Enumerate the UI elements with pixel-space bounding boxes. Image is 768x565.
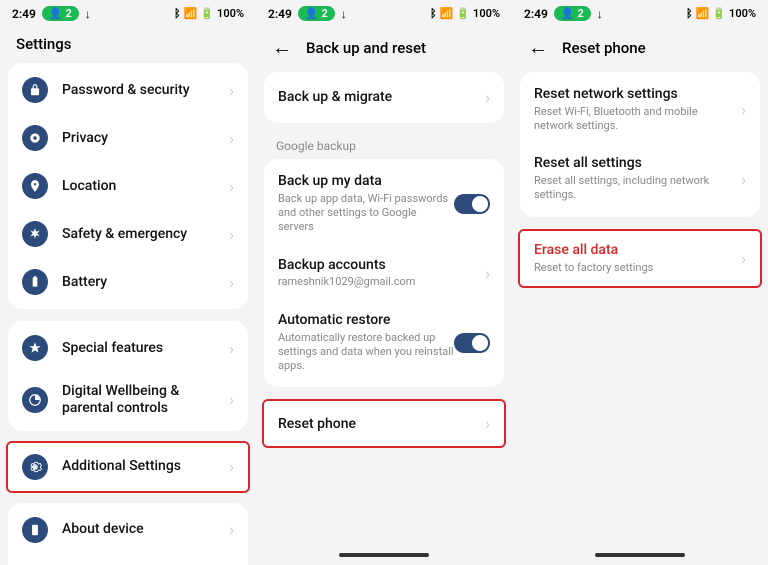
- toggle-auto-restore[interactable]: [454, 333, 490, 353]
- chevron-right-icon: ›: [229, 339, 234, 358]
- row-digital-wellbeing[interactable]: Digital Wellbeing & parental controls ›: [8, 372, 248, 428]
- chevron-right-icon: ›: [741, 249, 746, 268]
- status-bar: 2:49 👤 2 ↓ ᛒ 📶 🔋 100%: [512, 0, 768, 27]
- screen-backup-reset: 2:49 👤 2 ↓ ᛒ 📶 🔋 100% ← Back up and rese…: [256, 0, 512, 565]
- back-icon[interactable]: ←: [272, 35, 292, 60]
- status-icons: ᛒ 📶 🔋 100%: [174, 7, 244, 20]
- row-safety-emergency[interactable]: Safety & emergency ›: [8, 210, 248, 258]
- page-title: Reset phone: [562, 39, 646, 57]
- battery-icon: 🔋: [200, 7, 214, 20]
- toggle-backup-data[interactable]: [454, 194, 490, 214]
- asterisk-icon: [22, 221, 48, 247]
- download-icon: ↓: [597, 7, 603, 21]
- wellbeing-icon: [22, 387, 48, 413]
- page-title: Settings: [0, 27, 256, 63]
- download-icon: ↓: [341, 7, 347, 21]
- chevron-right-icon: ›: [229, 177, 234, 196]
- battery-icon: [22, 269, 48, 295]
- signal-icon: 📶: [440, 7, 454, 20]
- chevron-right-icon: ›: [229, 129, 234, 148]
- chevron-right-icon: ›: [229, 390, 234, 409]
- chevron-right-icon: ›: [229, 81, 234, 100]
- row-reset-all-settings[interactable]: Reset all settings Reset all settings, i…: [520, 144, 760, 213]
- chevron-right-icon: ›: [229, 457, 234, 476]
- row-users-accounts[interactable]: Users & accounts ›: [8, 554, 248, 565]
- section-label-google-backup: Google backup: [256, 135, 512, 159]
- settings-group-2: Special features › Digital Wellbeing & p…: [8, 321, 248, 431]
- row-automatic-restore[interactable]: Automatic restore Automatically restore …: [264, 301, 504, 385]
- row-backup-my-data[interactable]: Back up my data Back up app data, Wi-Fi …: [264, 162, 504, 246]
- chevron-right-icon: ›: [485, 414, 490, 433]
- backup-migrate-card: Back up & migrate ›: [264, 72, 504, 123]
- highlight-reset-phone: Reset phone ›: [262, 399, 506, 448]
- battery-icon: 🔋: [456, 7, 470, 20]
- row-reset-phone[interactable]: Reset phone ›: [264, 401, 504, 446]
- row-location[interactable]: Location ›: [8, 162, 248, 210]
- settings-group-1: Password & security › Privacy › Location…: [8, 63, 248, 309]
- nav-pill[interactable]: [595, 553, 685, 557]
- back-icon[interactable]: ←: [528, 35, 548, 60]
- status-icons: ᛒ 📶 🔋 100%: [686, 7, 756, 20]
- status-bar: 2:49 👤 2 ↓ ᛒ 📶 🔋 100%: [0, 0, 256, 27]
- chevron-right-icon: ›: [741, 100, 746, 119]
- row-special-features[interactable]: Special features ›: [8, 324, 248, 372]
- reset-options-card: Reset network settings Reset Wi-Fi, Blue…: [520, 72, 760, 217]
- row-backup-migrate[interactable]: Back up & migrate ›: [264, 75, 504, 120]
- bluetooth-icon: ᛒ: [686, 7, 693, 20]
- row-password-security[interactable]: Password & security ›: [8, 66, 248, 114]
- row-reset-network[interactable]: Reset network settings Reset Wi-Fi, Blue…: [520, 75, 760, 144]
- status-time: 2:49: [524, 7, 548, 21]
- download-icon: ↓: [85, 7, 91, 21]
- row-about-device[interactable]: About device ›: [8, 506, 248, 554]
- google-backup-card: Back up my data Back up app data, Wi-Fi …: [264, 159, 504, 387]
- bluetooth-icon: ᛒ: [430, 7, 437, 20]
- nav-pill[interactable]: [339, 553, 429, 557]
- notification-badge: 👤 2: [554, 6, 591, 21]
- status-time: 2:49: [268, 7, 292, 21]
- chevron-right-icon: ›: [485, 264, 490, 283]
- chevron-right-icon: ›: [485, 88, 490, 107]
- signal-icon: 📶: [696, 7, 710, 20]
- star-icon: [22, 335, 48, 361]
- notification-badge: 👤 2: [298, 6, 335, 21]
- battery-icon: 🔋: [712, 7, 726, 20]
- about-icon: [22, 517, 48, 543]
- row-battery[interactable]: Battery ›: [8, 258, 248, 306]
- chevron-right-icon: ›: [741, 170, 746, 189]
- highlight-erase-all-data: Erase all data Reset to factory settings…: [518, 229, 762, 288]
- row-erase-all-data[interactable]: Erase all data Reset to factory settings…: [520, 231, 760, 286]
- row-backup-accounts[interactable]: Backup accounts rameshnik1029@gmail.com …: [264, 246, 504, 301]
- bluetooth-icon: ᛒ: [174, 7, 181, 20]
- privacy-icon: [22, 125, 48, 151]
- row-additional-settings[interactable]: Additional Settings ›: [8, 443, 248, 491]
- chevron-right-icon: ›: [229, 273, 234, 292]
- gear-icon: [22, 454, 48, 480]
- screen-settings: 2:49 👤 2 ↓ ᛒ 📶 🔋 100% Settings Password …: [0, 0, 256, 565]
- settings-group-3: About device › Users & accounts › Google…: [8, 503, 248, 565]
- notification-badge: 👤 2: [42, 6, 79, 21]
- lock-icon: [22, 77, 48, 103]
- location-icon: [22, 173, 48, 199]
- screen-reset-phone: 2:49 👤 2 ↓ ᛒ 📶 🔋 100% ← Reset phone Rese…: [512, 0, 768, 565]
- chevron-right-icon: ›: [229, 225, 234, 244]
- status-icons: ᛒ 📶 🔋 100%: [430, 7, 500, 20]
- status-bar: 2:49 👤 2 ↓ ᛒ 📶 🔋 100%: [256, 0, 512, 27]
- signal-icon: 📶: [184, 7, 198, 20]
- highlight-additional-settings: Additional Settings ›: [6, 441, 250, 493]
- status-time: 2:49: [12, 7, 36, 21]
- row-privacy[interactable]: Privacy ›: [8, 114, 248, 162]
- chevron-right-icon: ›: [229, 520, 234, 539]
- page-title: Back up and reset: [306, 39, 426, 57]
